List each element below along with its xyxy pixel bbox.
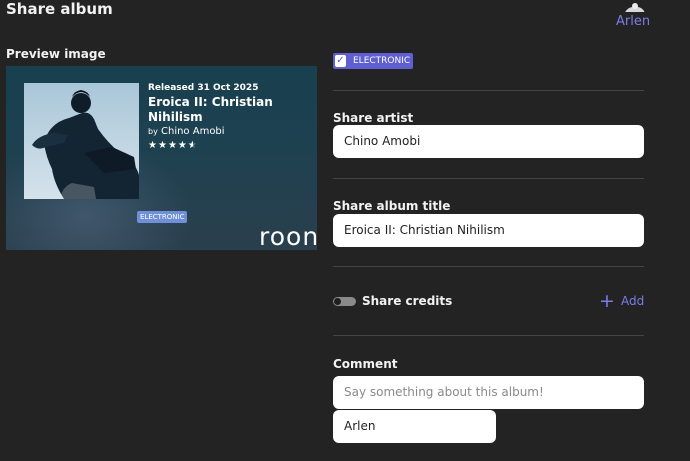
- divider: [333, 266, 644, 267]
- share-credits-toggle[interactable]: [333, 297, 356, 306]
- divider: [333, 178, 644, 179]
- divider: [333, 335, 644, 336]
- preview-label: Preview image: [6, 47, 106, 61]
- album-title: Eroica II: Christian Nihilism: [148, 95, 273, 124]
- share-credits-label: Share credits: [362, 294, 453, 308]
- by-prefix: by: [148, 127, 158, 136]
- artist-name: Chino Amobi: [161, 126, 225, 137]
- plus-icon: +: [599, 290, 615, 312]
- album-cover: [24, 83, 139, 199]
- toggle-knob: [334, 298, 341, 305]
- user-menu[interactable]: Arlen: [606, 0, 656, 32]
- star-icon: ★: [167, 140, 178, 151]
- user-name[interactable]: Arlen: [616, 14, 650, 29]
- half-star-icon: ★: [188, 140, 198, 151]
- share-title-label: Share album title: [333, 199, 451, 213]
- rating-stars: ★★★★★: [148, 140, 198, 151]
- star-icon: ★: [148, 140, 158, 151]
- share-artist-input[interactable]: Chino Amobi: [333, 125, 644, 158]
- genre-tag-electronic[interactable]: ✓ ELECTRONIC: [333, 53, 413, 69]
- comment-label: Comment: [333, 357, 398, 371]
- share-artist-label: Share artist: [333, 111, 414, 125]
- genre-badge: ELECTRONIC: [137, 211, 188, 223]
- add-label: Add: [621, 294, 645, 308]
- preview-image: Released 31 Oct 2025 Eroica II: Christia…: [6, 66, 317, 250]
- page-title: Share album: [6, 0, 113, 18]
- author-field[interactable]: Arlen: [333, 410, 496, 443]
- star-icon: ★: [157, 140, 168, 151]
- divider: [333, 90, 644, 91]
- roon-logo: roon: [259, 222, 317, 250]
- check-icon: ✓: [335, 55, 346, 67]
- comment-input[interactable]: Say something about this album!: [333, 376, 644, 409]
- release-date: Released 31 Oct 2025: [148, 83, 259, 93]
- artist-byline: by Chino Amobi: [148, 126, 225, 137]
- tag-label: ELECTRONIC: [353, 56, 411, 66]
- avatar[interactable]: [620, 0, 648, 12]
- share-title-input[interactable]: Eroica II: Christian Nihilism: [333, 214, 644, 247]
- star-icon: ★: [177, 140, 188, 151]
